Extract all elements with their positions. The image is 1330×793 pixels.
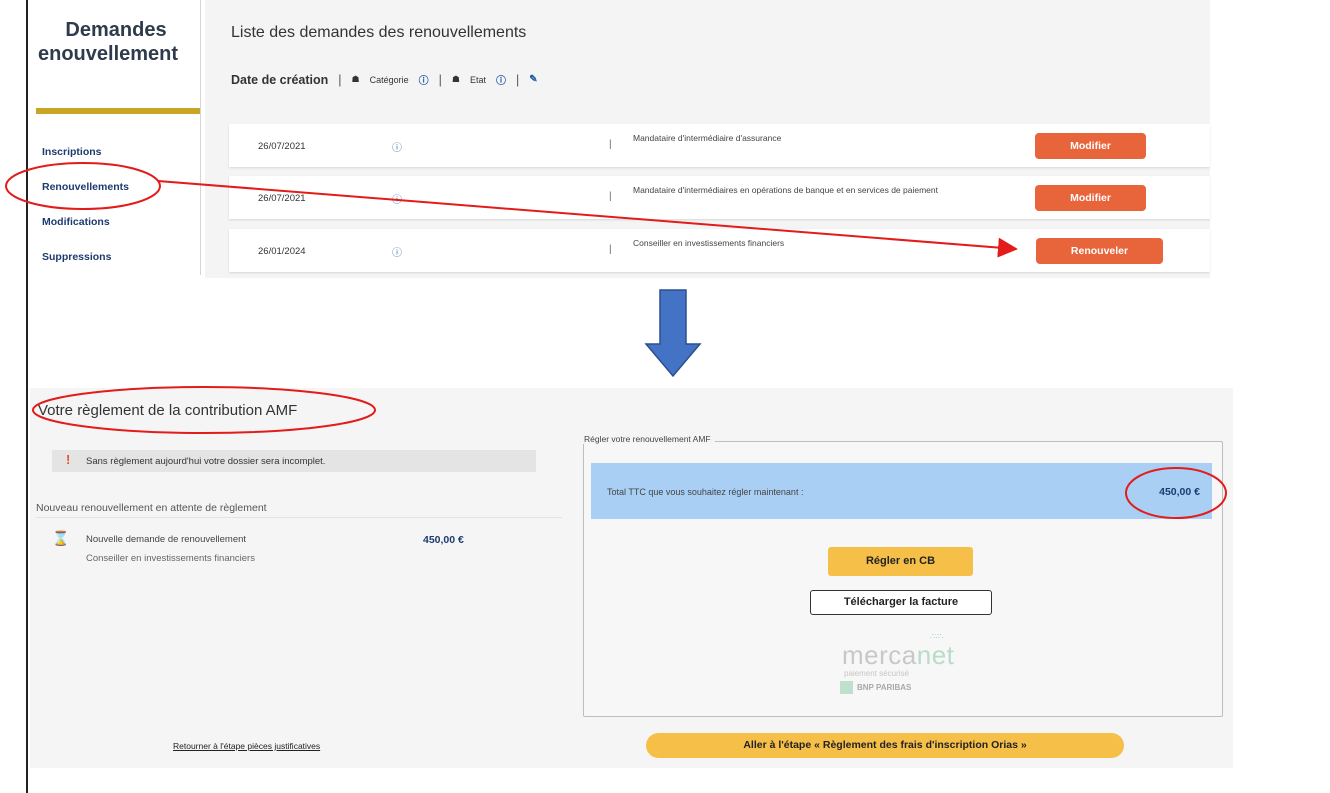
pending-item-amount: 450,00 € — [423, 534, 464, 546]
row-separator: | — [609, 191, 612, 202]
renew-button[interactable]: Renouveler — [1036, 238, 1163, 264]
back-to-documents-link[interactable]: Retourner à l'étape pièces justificative… — [173, 741, 320, 751]
row-date: 26/07/2021 — [258, 193, 306, 204]
mercanet-wordmark-suffix: net — [916, 640, 955, 670]
next-step-button[interactable]: Aller à l'étape « Règlement des frais d'… — [646, 733, 1124, 758]
download-invoice-button[interactable]: Télécharger la facture — [810, 590, 992, 615]
pencil-icon[interactable]: ✎ — [529, 74, 537, 85]
table-row: 26/07/2021 ⓘ | Mandataire d'intermédiair… — [229, 176, 1210, 219]
warning-banner: ! Sans règlement aujourd'hui votre dossi… — [52, 450, 536, 472]
sidebar-item-suppressions[interactable]: Suppressions — [42, 251, 111, 263]
category-icon: ☗ — [351, 74, 360, 84]
annotation-down-arrow — [644, 289, 702, 378]
row-separator: | — [609, 244, 612, 255]
table-row: 26/07/2021 ⓘ | Mandataire d'intermédiair… — [229, 124, 1210, 167]
info-icon[interactable]: ⓘ — [392, 139, 402, 154]
row-date: 26/07/2021 — [258, 141, 306, 152]
row-category: Mandataire d'intermédiaire d'assurance — [633, 133, 782, 143]
warning-text: Sans règlement aujourd'hui votre dossier… — [86, 456, 326, 467]
filter-separator: | — [515, 72, 520, 87]
bnp-star-icon — [840, 681, 853, 694]
sidebar-title-line2: enouvellement — [38, 43, 179, 65]
pending-item-subtitle: Conseiller en investissements financiers — [86, 553, 255, 564]
state-icon: ☗ — [451, 74, 460, 84]
total-box: Total TTC que vous souhaitez régler main… — [591, 463, 1212, 519]
payment-title: Votre règlement de la contribution AMF — [38, 402, 298, 419]
info-icon[interactable]: ⓘ — [419, 72, 429, 87]
info-icon[interactable]: ⓘ — [392, 244, 402, 259]
mercanet-logo: ∴∵∴ mercanet paiement sécurisé BNP PARIB… — [838, 632, 966, 700]
sidebar-divider — [200, 0, 201, 275]
total-amount: 450,00 € — [1159, 486, 1200, 498]
filter-bar: Date de création | ☗ Catégorie ⓘ | ☗ Eta… — [231, 72, 538, 88]
row-category: Conseiller en investissements financiers — [633, 238, 785, 248]
modify-button[interactable]: Modifier — [1035, 133, 1146, 159]
sidebar-item-modifications[interactable]: Modifications — [42, 216, 110, 228]
filter-date[interactable]: Date de création — [231, 73, 328, 87]
filter-separator: | — [338, 72, 342, 87]
sidebar-title: Demandes enouvellement — [36, 18, 196, 66]
bnp-paribas-text: BNP PARIBAS — [857, 683, 912, 692]
pending-divider — [36, 517, 562, 518]
filter-state[interactable]: Etat — [470, 75, 486, 85]
info-icon[interactable]: ⓘ — [496, 72, 506, 87]
filter-separator: | — [438, 72, 442, 87]
row-separator: | — [609, 139, 612, 150]
mercanet-wordmark: mercanet — [842, 640, 955, 670]
row-category: Mandataire d'intermédiaires en opération… — [633, 185, 938, 195]
hourglass-icon: ⌛ — [52, 530, 70, 546]
pay-cb-button[interactable]: Régler en CB — [828, 547, 973, 576]
bnp-paribas-mark: BNP PARIBAS — [840, 681, 911, 694]
sidebar-item-inscriptions[interactable]: Inscriptions — [42, 146, 102, 158]
sidebar-title-line1: Demandes — [65, 19, 167, 41]
table-row: 26/01/2024 ⓘ | Conseiller en investissem… — [229, 229, 1210, 272]
left-border-line — [26, 0, 28, 793]
filter-category[interactable]: Catégorie — [370, 75, 409, 85]
sidebar-item-renouvellements[interactable]: Renouvellements — [42, 181, 129, 193]
pending-heading: Nouveau renouvellement en attente de règ… — [36, 502, 267, 514]
modify-button[interactable]: Modifier — [1035, 185, 1146, 211]
pending-item-title: Nouvelle demande de renouvellement — [86, 534, 247, 545]
row-date: 26/01/2024 — [258, 246, 306, 257]
list-title: Liste des demandes des renouvellements — [231, 24, 527, 41]
exclamation-icon: ! — [66, 452, 71, 467]
info-icon[interactable]: ⓘ — [392, 191, 402, 206]
mercanet-tagline: paiement sécurisé — [844, 669, 909, 678]
payment-fieldset-legend: Régler votre renouvellement AMF — [580, 434, 715, 444]
sidebar-accent-bar — [36, 108, 200, 114]
total-label: Total TTC que vous souhaitez régler main… — [607, 487, 804, 497]
